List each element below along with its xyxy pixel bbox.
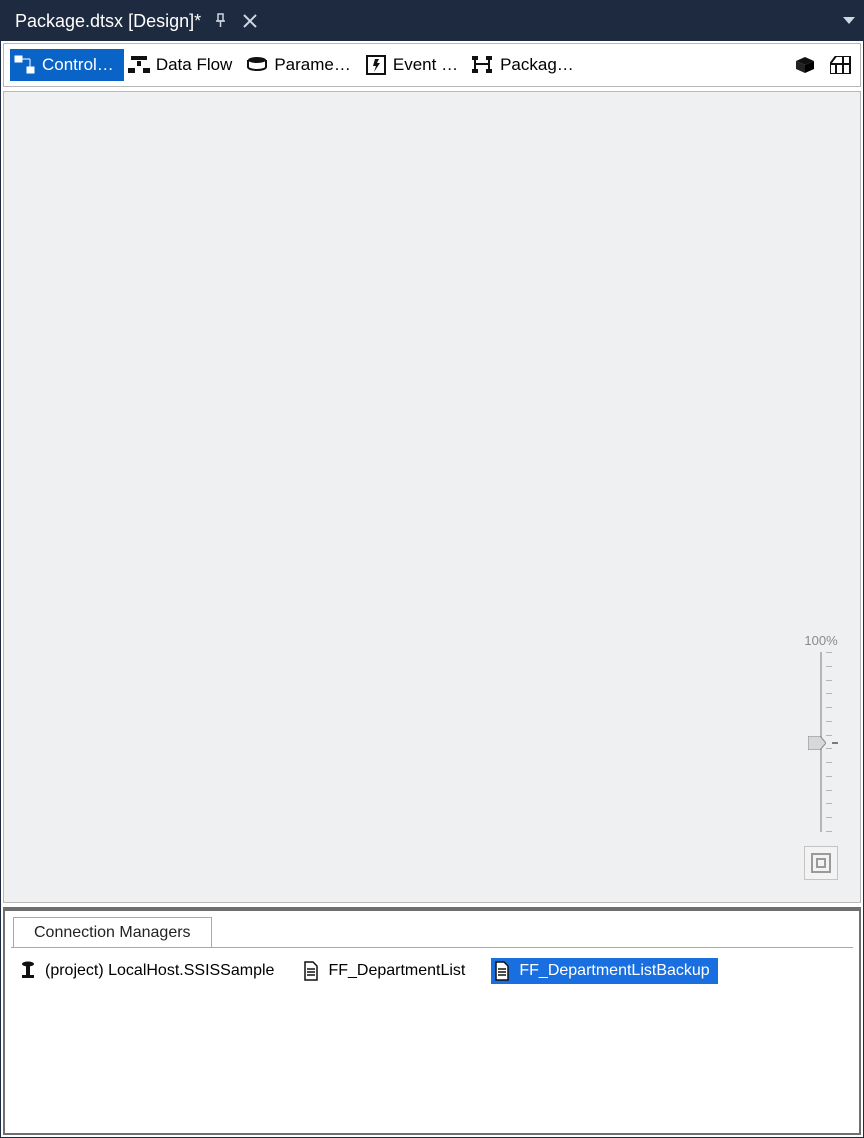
tabstrip-right-tools (794, 54, 854, 76)
ssis-toolbox-icon[interactable] (830, 54, 852, 76)
connection-managers-tab[interactable]: Connection Managers (13, 917, 212, 947)
design-canvas[interactable]: 100% (3, 91, 861, 903)
connection-manager-item[interactable]: FF_DepartmentListBackup (491, 958, 717, 984)
tab-label: Packag… (500, 55, 574, 75)
tab-label: Parame… (274, 55, 351, 75)
close-icon[interactable] (243, 14, 257, 28)
event-handlers-icon (365, 54, 387, 76)
tab-label: Event … (393, 55, 458, 75)
fit-to-window-button[interactable] (804, 846, 838, 880)
tab-parameters[interactable]: Parame… (242, 49, 361, 81)
connection-managers-panel: Connection Managers (project) LocalHost.… (3, 907, 861, 1135)
control-flow-icon (14, 54, 36, 76)
titlebar: Package.dtsx [Design]* (1, 1, 863, 41)
tab-control-flow[interactable]: Control… (10, 49, 124, 81)
connection-manager-item[interactable]: FF_DepartmentList (300, 958, 473, 984)
connection-manager-label: FF_DepartmentListBackup (517, 962, 711, 980)
package-explorer-icon (472, 54, 494, 76)
data-flow-icon (128, 54, 150, 76)
connection-managers-tabs: Connection Managers (5, 911, 859, 947)
pin-icon[interactable] (213, 13, 229, 29)
connection-manager-label: (project) LocalHost.SSISSample (43, 962, 276, 980)
parameters-icon (246, 54, 268, 76)
zoom-slider[interactable] (806, 652, 836, 832)
document-title: Package.dtsx [Design]* (9, 11, 201, 32)
tab-data-flow[interactable]: Data Flow (124, 49, 243, 81)
titlebar-actions (213, 13, 257, 29)
connection-manager-label: FF_DepartmentList (326, 962, 467, 980)
designer-tabstrip: Control… Data Flow Parame… Event … Packa (3, 43, 861, 87)
zoom-thumb[interactable] (808, 736, 826, 750)
tab-event-handlers[interactable]: Event … (361, 49, 468, 81)
oledb-connection-icon (19, 961, 37, 981)
tab-label: Data Flow (156, 55, 233, 75)
flatfile-connection-icon (493, 961, 511, 981)
designer-window: Package.dtsx [Design]* Control… Data (0, 0, 864, 1138)
connection-manager-item[interactable]: (project) LocalHost.SSISSample (17, 958, 282, 984)
canvas-wrap: 100% (3, 91, 861, 903)
tab-package-explorer[interactable]: Packag… (468, 49, 584, 81)
window-menu-dropdown-icon[interactable] (843, 17, 855, 25)
flatfile-connection-icon (302, 961, 320, 981)
zoom-panel: 100% (798, 633, 844, 880)
variables-icon[interactable] (794, 54, 816, 76)
cm-tab-label: Connection Managers (34, 924, 191, 942)
tab-label: Control… (42, 55, 114, 75)
connection-managers-list[interactable]: (project) LocalHost.SSISSample FF_Depart… (11, 947, 853, 1127)
zoom-level-label: 100% (804, 633, 837, 648)
